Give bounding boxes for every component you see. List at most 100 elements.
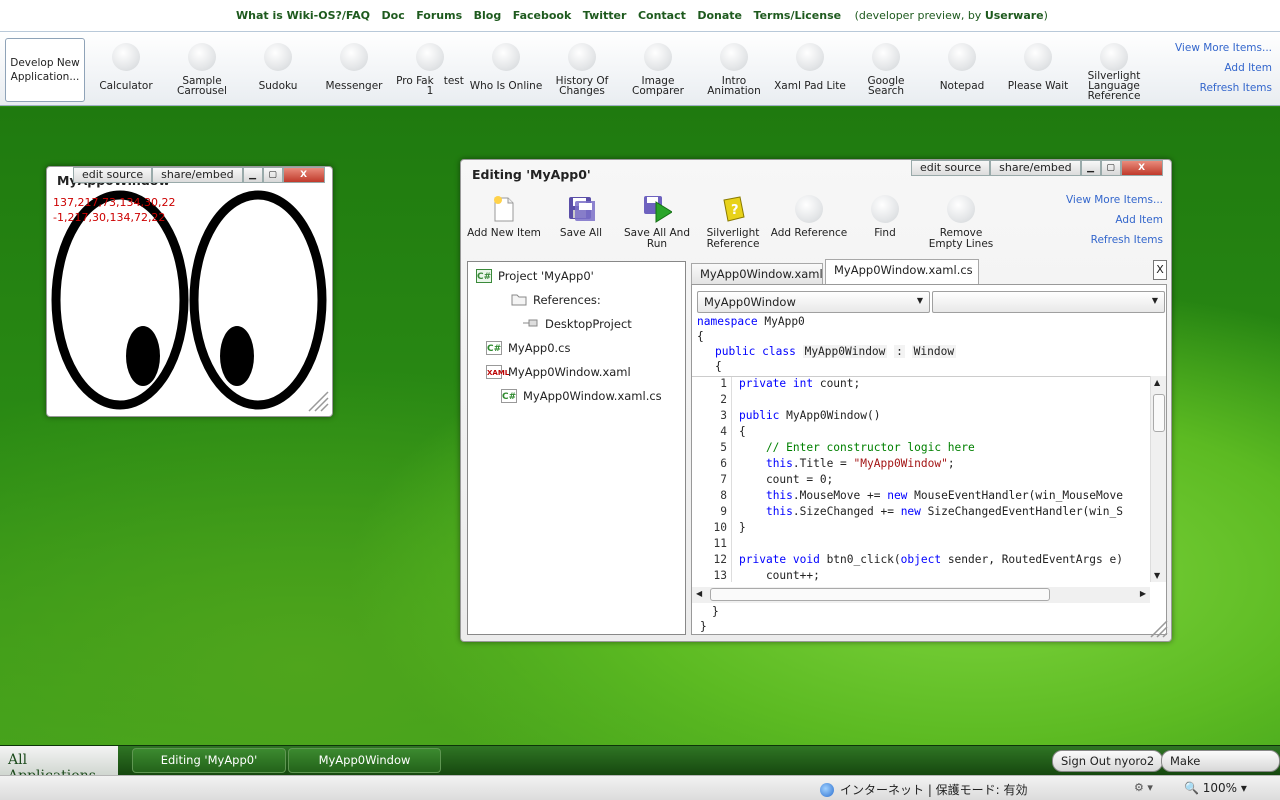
vertical-scroll-thumb[interactable]: [1153, 394, 1165, 432]
code-footer-brace-1: }: [712, 605, 719, 618]
app-xaml-pad-lite[interactable]: Xaml Pad Lite: [772, 40, 848, 104]
right-pupil: [220, 326, 254, 386]
settings-icon[interactable]: ⚙ ▾: [1134, 781, 1153, 794]
tree-file-myapp0-cs[interactable]: C# MyApp0.cs: [486, 341, 570, 355]
app-sample-carrousel[interactable]: Sample Carrousel: [164, 40, 240, 104]
app-who-is-online[interactable]: Who Is Online: [468, 40, 544, 104]
app-google-search[interactable]: Google Search: [848, 40, 924, 104]
tree-file-myapp0window-xaml-cs[interactable]: C# MyApp0Window.xaml.cs: [501, 389, 662, 403]
app-pro-fak-test[interactable]: Pro Fak test 1: [392, 40, 468, 104]
app-icon: [340, 43, 368, 71]
nav-link-contact[interactable]: Contact: [638, 9, 686, 22]
tab-myapp0window-xaml-cs[interactable]: MyApp0Window.xaml.cs: [825, 259, 979, 284]
tree-file-myapp0window-xaml[interactable]: XAML MyApp0Window.xaml: [486, 365, 631, 379]
app-history-of-changes[interactable]: History Of Changes: [544, 40, 620, 104]
task-editing-myapp0[interactable]: Editing 'MyApp0': [132, 748, 286, 773]
taskbar: All Applications Editing 'MyApp0' MyApp0…: [0, 745, 1280, 788]
scroll-left-icon[interactable]: ◀: [696, 589, 702, 598]
nav-link-forums[interactable]: Forums: [416, 9, 462, 22]
save-all-button[interactable]: Save All: [542, 194, 620, 239]
code-line-7: count = 0;: [739, 473, 834, 486]
app-messenger[interactable]: Messenger: [316, 40, 392, 104]
refresh-items-link[interactable]: Refresh Items: [1175, 82, 1272, 94]
nav-link-facebook[interactable]: Facebook: [513, 9, 572, 22]
nav-link-terms[interactable]: Terms/License: [754, 9, 842, 22]
nav-link-blog[interactable]: Blog: [474, 9, 502, 22]
save-all-and-run-button[interactable]: Save All And Run: [618, 194, 696, 250]
run-icon: [642, 194, 672, 224]
share-embed-button[interactable]: share/embed: [152, 167, 243, 183]
app-image-comparer[interactable]: Image Comparer: [620, 40, 696, 104]
find-icon: [871, 195, 899, 223]
window-controls: edit source share/embed ▁ ▢ X: [911, 160, 1163, 176]
nav-link-donate[interactable]: Donate: [697, 9, 742, 22]
scroll-up-icon[interactable]: ▲: [1154, 378, 1160, 387]
remove-empty-lines-button[interactable]: Remove Empty Lines: [922, 194, 1000, 250]
share-embed-button[interactable]: share/embed: [990, 160, 1081, 176]
add-item-link[interactable]: Add Item: [1175, 62, 1272, 74]
app-notepad[interactable]: Notepad: [924, 40, 1000, 104]
app-icon: [948, 43, 976, 71]
sign-out-button[interactable]: Sign Out nyoro2: [1052, 750, 1164, 772]
add-reference-button[interactable]: Add Reference: [770, 194, 848, 239]
app-sudoku[interactable]: Sudoku: [240, 40, 316, 104]
view-more-items-link[interactable]: View More Items...: [1066, 194, 1163, 206]
author-link[interactable]: Userware: [985, 9, 1044, 22]
nav-link-twitter[interactable]: Twitter: [583, 9, 627, 22]
maximize-icon[interactable]: ▢: [1100, 160, 1121, 176]
close-icon[interactable]: X: [282, 167, 325, 183]
edit-source-button[interactable]: edit source: [911, 160, 991, 176]
view-more-items-link[interactable]: View More Items...: [1175, 42, 1272, 54]
tree-project-node[interactable]: C# Project 'MyApp0': [476, 269, 594, 283]
dropdown-arrow-icon: ▼: [916, 296, 923, 305]
coordinates-readout: 137,217,73,134,30,22 -1,217,30,134,72,22: [53, 196, 176, 224]
nav-link-doc[interactable]: Doc: [382, 9, 405, 22]
code-text-area[interactable]: 1 2 3 4 5 6 7 8 9 10 11 12 13 private in…: [692, 376, 1158, 582]
code-line-4: {: [739, 425, 746, 438]
code-line-6: this.Title = "MyApp0Window";: [765, 457, 955, 470]
member-selector-dropdown[interactable]: ▼: [932, 291, 1165, 313]
app-please-wait[interactable]: Please Wait: [1000, 40, 1076, 104]
app-intro-animation[interactable]: Intro Animation: [696, 40, 772, 104]
nav-link-faq[interactable]: What is Wiki-OS?/FAQ: [236, 9, 370, 22]
horizontal-scroll-thumb[interactable]: [710, 588, 1050, 601]
right-eye: [189, 190, 327, 410]
class-selector-dropdown[interactable]: MyApp0Window ▼: [697, 291, 930, 313]
security-zone[interactable]: インターネット | 保護モード: 有効: [820, 781, 1028, 798]
resize-grip-icon[interactable]: [1149, 619, 1169, 639]
add-reference-icon: [795, 195, 823, 223]
app-calculator[interactable]: Calculator: [88, 40, 164, 104]
top-navigation: What is Wiki-OS?/FAQ Doc Forums Blog Fac…: [0, 0, 1280, 32]
add-new-item-button[interactable]: Add New Item: [465, 194, 543, 239]
task-myapp0window[interactable]: MyApp0Window: [288, 748, 441, 773]
maximize-icon[interactable]: ▢: [262, 167, 283, 183]
tab-myapp0window-xaml[interactable]: MyApp0Window.xaml: [691, 263, 823, 285]
zoom-level[interactable]: 🔍 100% ▾: [1184, 781, 1247, 795]
close-tab-button[interactable]: X: [1153, 260, 1167, 280]
vertical-scrollbar[interactable]: ▲ ▼: [1150, 376, 1166, 582]
code-line-3: public MyApp0Window(): [739, 409, 881, 422]
horizontal-scrollbar[interactable]: ◀ ▶: [692, 587, 1150, 603]
develop-new-application-button[interactable]: Develop New Application...: [5, 38, 85, 102]
myapp0window-window[interactable]: MyApp0Window 137,217,73,134,30,22 -1,217…: [46, 166, 333, 417]
tree-references-node[interactable]: References:: [511, 293, 601, 307]
code-line-12: private void btn0_click(object sender, R…: [739, 553, 1123, 566]
scroll-right-icon[interactable]: ▶: [1140, 589, 1146, 598]
app-icon: [264, 43, 292, 71]
refresh-items-link[interactable]: Refresh Items: [1066, 234, 1163, 246]
scroll-down-icon[interactable]: ▼: [1154, 571, 1160, 580]
close-icon[interactable]: X: [1120, 160, 1163, 176]
edit-source-button[interactable]: edit source: [73, 167, 153, 183]
all-applications-button[interactable]: All Applications: [0, 746, 118, 784]
find-button[interactable]: Find: [846, 194, 924, 239]
silverlight-reference-button[interactable]: ? Silverlight Reference: [694, 194, 772, 250]
minimize-icon[interactable]: ▁: [242, 167, 263, 183]
make-suggestions-button[interactable]: Make Suggestions: [1161, 750, 1280, 788]
application-bar: Develop New Application... Calculator Sa…: [0, 32, 1280, 106]
add-item-link[interactable]: Add Item: [1066, 214, 1163, 226]
csharp-file-icon: C#: [501, 389, 517, 403]
folder-icon: [511, 293, 527, 307]
app-silverlight-language-reference[interactable]: Silverlight Language Reference: [1076, 40, 1152, 104]
minimize-icon[interactable]: ▁: [1080, 160, 1101, 176]
tree-desktopproject-node[interactable]: DesktopProject: [523, 317, 632, 331]
